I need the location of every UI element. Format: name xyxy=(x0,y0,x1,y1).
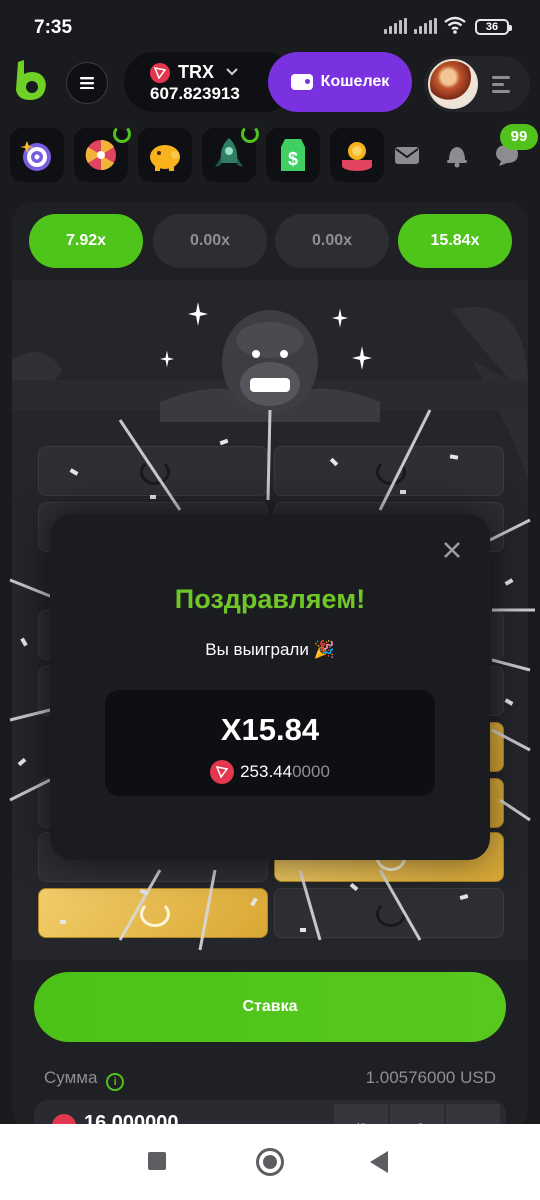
status-time: 7:35 xyxy=(34,17,73,38)
hamburger-icon xyxy=(80,77,94,89)
board-cell[interactable] xyxy=(274,446,504,496)
fortune-wheel-icon xyxy=(85,139,116,171)
banana-icon xyxy=(140,459,170,485)
sparkle-icon xyxy=(332,308,348,328)
board-cell-revealed[interactable] xyxy=(38,888,268,938)
wallet-button[interactable]: Кошелек xyxy=(268,52,412,112)
sparkle-icon xyxy=(160,350,174,368)
cash-tag-tile[interactable]: $ xyxy=(266,128,320,182)
dollar-tag-icon: $ xyxy=(281,139,305,171)
sparkle-icon xyxy=(188,302,208,326)
bet-button[interactable]: Ставка xyxy=(34,972,506,1042)
balance-amount: 607.823913 xyxy=(150,84,240,103)
profile-button[interactable] xyxy=(424,56,530,112)
bc-logo-icon[interactable] xyxy=(12,58,50,102)
avatar xyxy=(428,59,478,109)
rocket-game-tile[interactable] xyxy=(202,125,259,182)
balance-currency: TRX xyxy=(178,62,214,82)
win-modal: Поздравляем! Вы выиграли 🎉 X15.84 253.44… xyxy=(50,514,490,860)
board-cell[interactable] xyxy=(274,888,504,938)
wallet-label: Кошелек xyxy=(320,73,390,90)
coin-stack-tile[interactable] xyxy=(330,128,384,182)
banana-icon xyxy=(376,459,406,485)
loading-icon xyxy=(113,125,131,143)
win-title: Поздравляем! xyxy=(174,584,366,614)
menu-lines-icon xyxy=(492,76,510,97)
wheel-game-tile[interactable] xyxy=(74,125,131,182)
top-bar: TRX 607.823913 Кошелек xyxy=(0,52,540,116)
status-bar: 7:35 36 xyxy=(0,0,540,52)
banana-icon xyxy=(140,901,170,927)
win-multiplier: X15.84 xyxy=(220,712,320,747)
multiplier-pill-1: 7.92x xyxy=(29,214,143,268)
loading-icon xyxy=(241,125,259,143)
win-subtitle: Вы выиграли 🎉 xyxy=(205,640,335,659)
board-cell[interactable] xyxy=(38,446,268,496)
trx-icon xyxy=(210,760,235,784)
close-icon[interactable] xyxy=(440,538,464,562)
win-amount: 253.44 xyxy=(240,762,293,781)
menu-button[interactable] xyxy=(66,62,108,104)
info-icon[interactable]: i xyxy=(106,1073,125,1091)
win-result-box: X15.84 253.440000 xyxy=(105,690,435,796)
chevron-down-icon xyxy=(226,68,238,76)
chat-badge: 99 xyxy=(500,124,538,150)
multiplier-pill-4: 15.84x xyxy=(398,214,512,268)
sum-usd: 1.00576000 USD xyxy=(365,1068,496,1087)
back-icon[interactable] xyxy=(370,1151,388,1173)
win-amount-row: 253.440000 xyxy=(105,760,435,784)
rocket-icon xyxy=(215,138,243,167)
target-icon xyxy=(20,141,51,171)
win-amount-tail: 0000 xyxy=(292,762,330,781)
target-game-tile[interactable] xyxy=(10,128,64,182)
signal-icon-2 xyxy=(414,18,437,34)
wallet-icon xyxy=(290,74,313,90)
coin-podium-icon xyxy=(342,142,372,171)
system-nav-bar xyxy=(0,1124,540,1200)
sum-label: Сумма xyxy=(44,1068,98,1087)
sparkle-icon xyxy=(352,346,372,370)
mail-icon[interactable] xyxy=(394,142,420,168)
piggy-bank-icon xyxy=(150,145,180,171)
wifi-icon xyxy=(444,16,466,34)
banana-icon xyxy=(376,901,406,927)
multiplier-pill-2: 0.00x xyxy=(153,214,267,268)
home-icon[interactable] xyxy=(256,1148,284,1176)
trx-icon xyxy=(150,63,170,83)
svg-text:$: $ xyxy=(288,149,298,169)
promo-icons-row: $ 99 xyxy=(0,124,540,188)
recents-icon[interactable] xyxy=(148,1152,166,1170)
bell-icon[interactable] xyxy=(444,142,470,168)
multiplier-pill-3: 0.00x xyxy=(275,214,389,268)
piggy-bank-tile[interactable] xyxy=(138,128,192,182)
signal-icon xyxy=(384,18,407,34)
battery-icon: 36 xyxy=(475,19,512,35)
sum-label-wrap: Сумма i xyxy=(44,1068,125,1091)
